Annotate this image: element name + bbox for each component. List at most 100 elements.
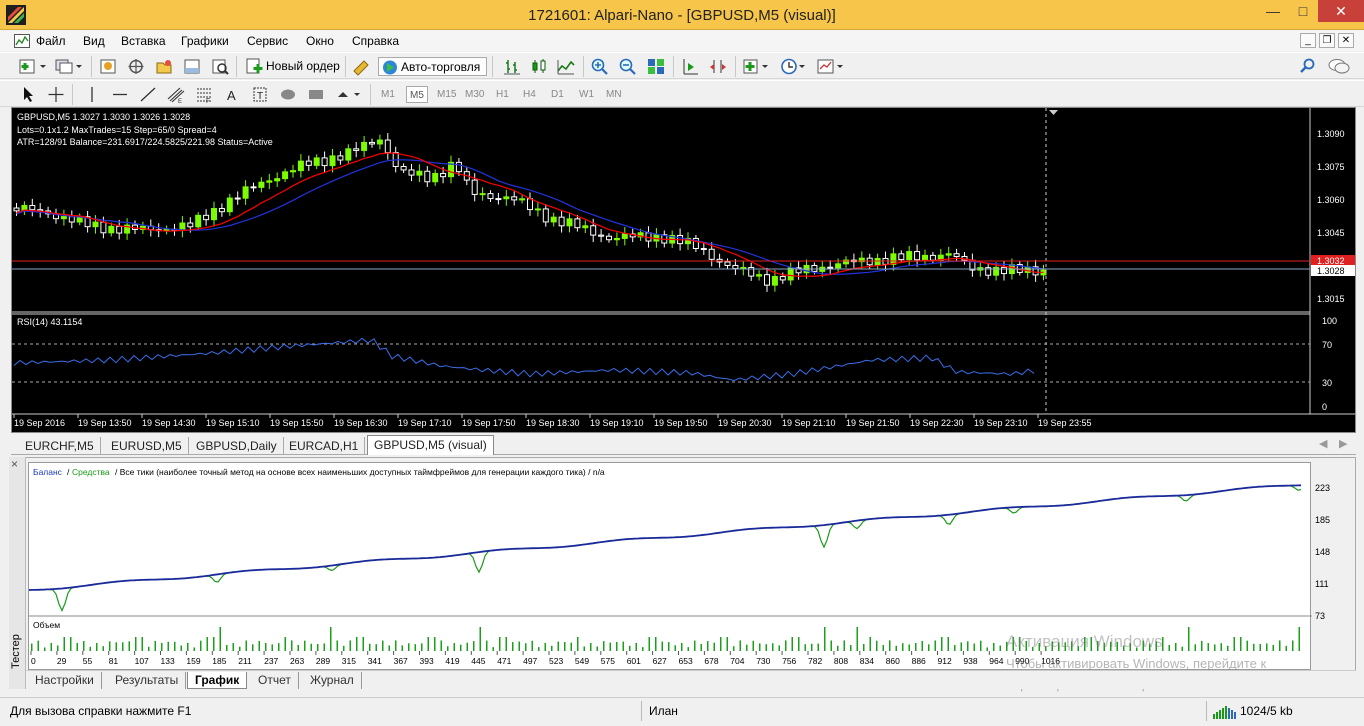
volume-bar	[219, 627, 221, 651]
volume-bar	[1240, 637, 1242, 651]
line-chart-icon[interactable]	[556, 57, 576, 76]
timeframe-m1[interactable]: M1	[378, 86, 398, 103]
candle	[440, 172, 447, 178]
chart-tab-eurchf[interactable]: EURCHF,M5	[19, 437, 101, 455]
volume-bar	[1194, 644, 1196, 651]
search-icon[interactable]	[1298, 57, 1318, 76]
bar-chart-icon[interactable]	[502, 57, 522, 76]
chart-shift-icon[interactable]	[680, 57, 700, 76]
graph-x-tick: 808	[834, 656, 848, 666]
horizontal-line-icon[interactable]	[110, 85, 130, 104]
volume-bar	[941, 637, 943, 651]
tester-tab-results[interactable]: Результаты	[108, 672, 187, 689]
chart-tab-gbpusd-visual[interactable]: GBPUSD,M5 (visual)	[367, 435, 494, 455]
terminal-icon[interactable]	[182, 57, 202, 76]
graph-x-tick: 159	[186, 656, 200, 666]
tabs-scroll-right-icon[interactable]: ▶	[1339, 437, 1347, 450]
graph-x-tick: 237	[264, 656, 278, 666]
volume-bar	[980, 640, 982, 651]
mdi-restore-button[interactable]: ❐	[1319, 33, 1335, 48]
volume-bar	[473, 641, 475, 651]
tester-tab-graph[interactable]: График	[187, 672, 248, 689]
volume-bar	[772, 643, 774, 651]
crosshair-icon[interactable]	[46, 85, 66, 104]
data-window-icon[interactable]	[126, 57, 146, 76]
volume-bar	[336, 640, 338, 651]
volume-bar	[830, 640, 832, 651]
menu-window[interactable]: Окно	[306, 34, 334, 48]
tester-tab-report[interactable]: Отчет	[251, 672, 299, 689]
new-chart-icon[interactable]	[18, 57, 48, 76]
metaeditor-icon[interactable]	[351, 57, 371, 76]
menu-insert[interactable]: Вставка	[121, 34, 166, 48]
tester-tab-settings[interactable]: Настройки	[28, 672, 102, 689]
menu-help[interactable]: Справка	[352, 34, 399, 48]
close-button[interactable]: ✕	[1318, 0, 1364, 22]
volume-bar	[1207, 643, 1209, 651]
autoscroll-icon[interactable]	[708, 57, 728, 76]
timeframe-mn[interactable]: MN	[603, 86, 625, 103]
vertical-line-icon[interactable]	[82, 85, 102, 104]
timeframe-h4[interactable]: H4	[520, 86, 539, 103]
ellipse-icon[interactable]	[278, 85, 298, 104]
chart-shift-marker[interactable]	[1049, 110, 1058, 115]
periods-icon[interactable]	[779, 57, 809, 76]
volume-bar	[226, 644, 228, 651]
tabs-scroll-left-icon[interactable]: ◀	[1319, 437, 1327, 450]
menu-file[interactable]: Файл	[36, 34, 66, 48]
timeframe-m30[interactable]: M30	[462, 86, 487, 103]
zoom-out-icon[interactable]	[618, 57, 638, 76]
timeframe-w1[interactable]: W1	[576, 86, 597, 103]
chat-icon[interactable]	[1326, 57, 1352, 76]
volume-bar	[440, 640, 442, 651]
candle	[92, 221, 99, 228]
channel-icon[interactable]: E	[166, 85, 186, 104]
timeframe-h1[interactable]: H1	[493, 86, 512, 103]
templates-icon[interactable]	[816, 57, 846, 76]
fibonacci-icon[interactable]: F	[194, 85, 214, 104]
chart-tab-gbpusd-daily[interactable]: GBPUSD,Daily	[190, 437, 284, 455]
menu-charts[interactable]: Графики	[181, 34, 229, 48]
strategy-tester-icon[interactable]	[210, 57, 230, 76]
timeframe-d1[interactable]: D1	[548, 86, 567, 103]
tester-tab-journal[interactable]: Журнал	[303, 672, 362, 689]
price-chart-window[interactable]: GBPUSD,M5 1.3027 1.3030 1.3026 1.3028 Lo…	[11, 107, 1357, 434]
zoom-in-icon[interactable]	[590, 57, 610, 76]
cursor-icon[interactable]	[18, 85, 38, 104]
trendline-icon[interactable]	[138, 85, 158, 104]
arrows-icon[interactable]	[334, 85, 364, 104]
mdi-close-button[interactable]: ✕	[1338, 33, 1354, 48]
candle	[218, 208, 225, 213]
minimize-button[interactable]: —	[1258, 0, 1288, 22]
menu-tools[interactable]: Сервис	[247, 34, 288, 48]
text-icon[interactable]: A	[222, 85, 242, 104]
maximize-button[interactable]: □	[1288, 0, 1318, 22]
timeframe-m15[interactable]: M15	[434, 86, 459, 103]
tile-windows-icon[interactable]	[646, 57, 666, 76]
volume-bar	[343, 645, 345, 651]
text-label-icon[interactable]: T	[250, 85, 270, 104]
chart-tab-eurcad[interactable]: EURCAD,H1	[283, 437, 366, 455]
activation-watermark-title: Активация Windows	[1006, 632, 1163, 651]
rectangle-icon[interactable]	[306, 85, 326, 104]
volume-bar	[1168, 644, 1170, 651]
navigator-icon[interactable]	[154, 57, 174, 76]
volume-bar	[648, 637, 650, 651]
auto-trading-button[interactable]: Авто-торговля	[378, 57, 487, 76]
candle	[337, 155, 344, 161]
profiles-icon[interactable]	[54, 57, 84, 76]
tester-close-icon[interactable]: ×	[11, 457, 18, 471]
connection-status-icon[interactable]	[1212, 704, 1238, 720]
timeframe-m5[interactable]: M5	[406, 86, 428, 103]
indicators-icon[interactable]	[742, 57, 772, 76]
candle-chart-icon[interactable]	[529, 57, 549, 76]
menu-view[interactable]: Вид	[83, 34, 105, 48]
volume-bar	[655, 637, 657, 651]
volume-bar	[109, 641, 111, 651]
status-help-text: Для вызова справки нажмите F1	[10, 704, 192, 718]
price-chart[interactable]: GBPUSD,M5 1.3027 1.3030 1.3026 1.3028 Lo…	[12, 108, 1357, 434]
volume-bar	[538, 647, 540, 651]
chart-tab-eurusd[interactable]: EURUSD,M5	[105, 437, 189, 455]
market-watch-icon[interactable]	[98, 57, 118, 76]
mdi-minimize-button[interactable]: _	[1300, 33, 1316, 48]
